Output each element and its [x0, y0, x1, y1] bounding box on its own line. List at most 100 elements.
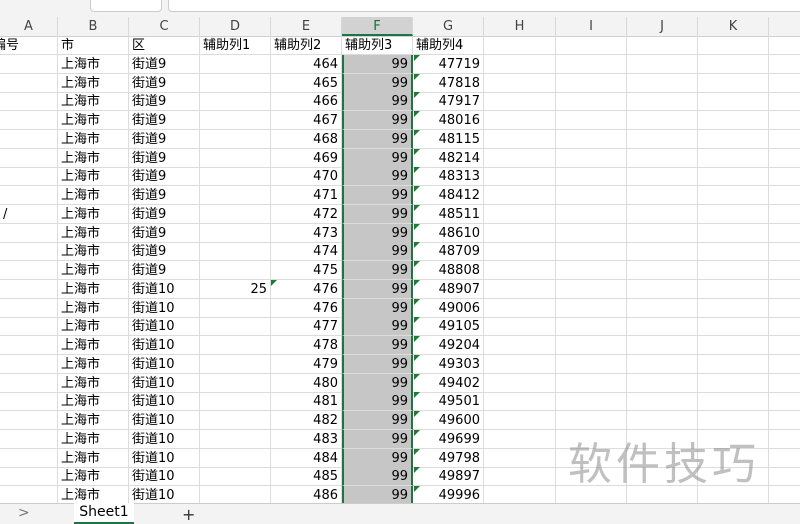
- cell-H4[interactable]: [484, 92, 556, 112]
- cell-B4[interactable]: 上海市: [58, 92, 129, 112]
- cell-H20[interactable]: [484, 392, 556, 412]
- cell-F5[interactable]: 99: [342, 111, 413, 130]
- cell-B6[interactable]: 上海市: [58, 129, 129, 149]
- cell-I9[interactable]: [556, 186, 627, 205]
- cell-K12[interactable]: [698, 242, 769, 262]
- cell-A14[interactable]: [0, 279, 58, 299]
- cell-A2[interactable]: [0, 54, 58, 74]
- cell-G24[interactable]: 49897: [413, 467, 484, 487]
- cell-D24[interactable]: [200, 467, 271, 487]
- cell-D7[interactable]: [200, 148, 271, 168]
- cell-A10[interactable]: /: [0, 204, 58, 224]
- cell-D18[interactable]: [200, 354, 271, 374]
- cell-E23[interactable]: 484: [271, 448, 342, 468]
- cell-I5[interactable]: [556, 111, 627, 130]
- cell-A20[interactable]: [0, 392, 58, 412]
- cell-G21[interactable]: 49600: [413, 411, 484, 430]
- cell-D15[interactable]: [200, 298, 271, 318]
- cell-B14[interactable]: 上海市: [58, 279, 129, 299]
- cell-K16[interactable]: [698, 317, 769, 337]
- cell-C24[interactable]: 街道10: [129, 467, 200, 487]
- cell-G1[interactable]: 辅助列4: [413, 36, 484, 55]
- cell-I3[interactable]: [556, 73, 627, 93]
- cell-K8[interactable]: [698, 167, 769, 187]
- formula-input[interactable]: [168, 0, 800, 12]
- cell-K17[interactable]: [698, 336, 769, 355]
- cell-G8[interactable]: 48313: [413, 167, 484, 187]
- cell-K17[interactable]: [769, 336, 800, 355]
- cell-K23[interactable]: [769, 449, 800, 468]
- cell-G3[interactable]: 47818: [413, 73, 484, 93]
- cell-H19[interactable]: [484, 373, 556, 393]
- cell-C25[interactable]: 街道10: [129, 486, 200, 503]
- cell-B16[interactable]: 上海市: [58, 317, 129, 337]
- cell-F11[interactable]: 99: [342, 223, 413, 243]
- cell-H16[interactable]: [484, 317, 556, 337]
- cell-D9[interactable]: [200, 186, 271, 205]
- cell-D4[interactable]: [200, 92, 271, 112]
- cell-E13[interactable]: 475: [271, 261, 342, 280]
- cell-I20[interactable]: [556, 392, 627, 412]
- cell-G25[interactable]: 49996: [413, 486, 484, 503]
- cell-B24[interactable]: 上海市: [58, 467, 129, 487]
- cell-E12[interactable]: 474: [271, 242, 342, 262]
- cell-I6[interactable]: [556, 129, 627, 149]
- cell-I17[interactable]: [556, 336, 627, 355]
- cell-K8[interactable]: [769, 167, 800, 187]
- cell-K18[interactable]: [769, 355, 800, 374]
- cell-J3[interactable]: [627, 73, 698, 93]
- cell-H8[interactable]: [484, 167, 556, 187]
- cell-D12[interactable]: [200, 242, 271, 262]
- scroll-sheets-icon[interactable]: >: [18, 505, 30, 521]
- cell-K19[interactable]: [769, 374, 800, 393]
- cell-A21[interactable]: [0, 411, 58, 430]
- cell-A4[interactable]: [0, 92, 58, 112]
- cell-B3[interactable]: 上海市: [58, 73, 129, 93]
- cell-A16[interactable]: [0, 317, 58, 337]
- cell-J1[interactable]: [627, 36, 698, 55]
- column-header-E[interactable]: E: [271, 17, 342, 36]
- cell-E19[interactable]: 480: [271, 373, 342, 393]
- cell-B2[interactable]: 上海市: [58, 54, 129, 74]
- cell-I15[interactable]: [556, 298, 627, 318]
- cell-I14[interactable]: [556, 279, 627, 299]
- column-header-I[interactable]: I: [556, 17, 627, 36]
- cell-H6[interactable]: [484, 129, 556, 149]
- cell-J8[interactable]: [627, 167, 698, 187]
- cell-H18[interactable]: [484, 354, 556, 374]
- cell-K19[interactable]: [698, 373, 769, 393]
- cell-B15[interactable]: 上海市: [58, 298, 129, 318]
- cell-K2[interactable]: [698, 54, 769, 74]
- cell-J5[interactable]: [627, 111, 698, 130]
- cell-G22[interactable]: 49699: [413, 429, 484, 449]
- cell-J15[interactable]: [627, 298, 698, 318]
- cell-A18[interactable]: [0, 354, 58, 374]
- cell-A6[interactable]: [0, 129, 58, 149]
- cell-K4[interactable]: [769, 92, 800, 112]
- cell-D8[interactable]: [200, 167, 271, 187]
- cell-E6[interactable]: 468: [271, 129, 342, 149]
- cell-I2[interactable]: [556, 54, 627, 74]
- cell-C4[interactable]: 街道9: [129, 92, 200, 112]
- cell-F8[interactable]: 99: [342, 167, 413, 187]
- cell-J17[interactable]: [627, 336, 698, 355]
- cell-G9[interactable]: 48412: [413, 186, 484, 205]
- cell-A12[interactable]: [0, 242, 58, 262]
- cell-K7[interactable]: [769, 149, 800, 168]
- cell-J19[interactable]: [627, 373, 698, 393]
- cell-H21[interactable]: [484, 411, 556, 430]
- cell-H23[interactable]: [484, 448, 556, 468]
- cell-I1[interactable]: [556, 36, 627, 55]
- cell-K11[interactable]: [769, 224, 800, 243]
- add-sheet-button[interactable]: +: [182, 505, 195, 524]
- cell-F23[interactable]: 99: [342, 448, 413, 468]
- cell-F13[interactable]: 99: [342, 261, 413, 280]
- cell-F15[interactable]: 99: [342, 298, 413, 318]
- cell-G5[interactable]: 48016: [413, 111, 484, 130]
- cell-A8[interactable]: [0, 167, 58, 187]
- cell-J20[interactable]: [627, 392, 698, 412]
- cell-J11[interactable]: [627, 223, 698, 243]
- column-header-B[interactable]: B: [58, 17, 129, 36]
- cell-I19[interactable]: [556, 373, 627, 393]
- cell-F20[interactable]: 99: [342, 392, 413, 412]
